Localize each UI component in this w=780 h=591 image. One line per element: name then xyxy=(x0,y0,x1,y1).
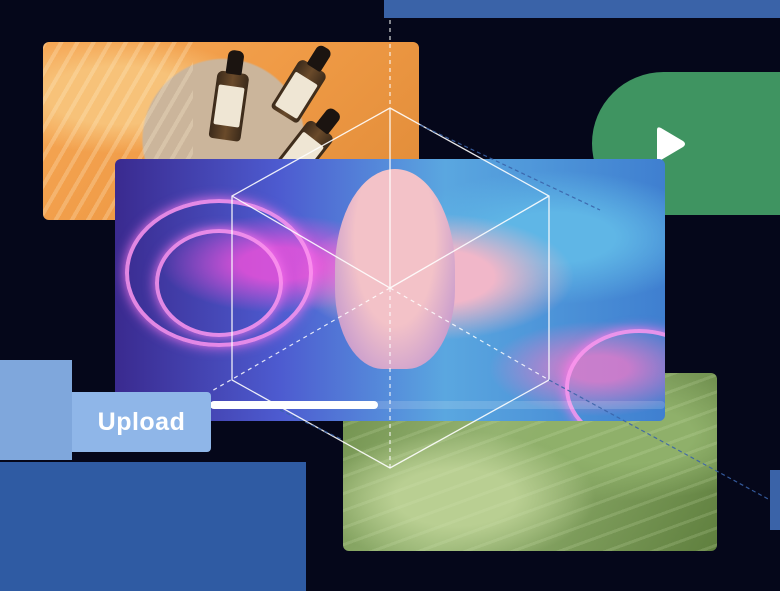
neon-portrait-image xyxy=(115,159,665,421)
bottom-blue-block xyxy=(0,462,306,591)
upload-progress-fill xyxy=(210,401,379,409)
side-light-blue-block xyxy=(0,360,72,460)
upload-button[interactable]: Upload xyxy=(72,392,211,452)
upload-progress-bar xyxy=(210,401,665,409)
dropper-bottle xyxy=(270,43,333,125)
right-blue-block xyxy=(770,470,780,530)
play-icon[interactable] xyxy=(651,126,687,162)
neon-light-ring xyxy=(155,229,283,337)
portrait-figure xyxy=(335,169,455,369)
dropper-bottle xyxy=(208,49,250,142)
top-blue-block xyxy=(384,0,780,18)
